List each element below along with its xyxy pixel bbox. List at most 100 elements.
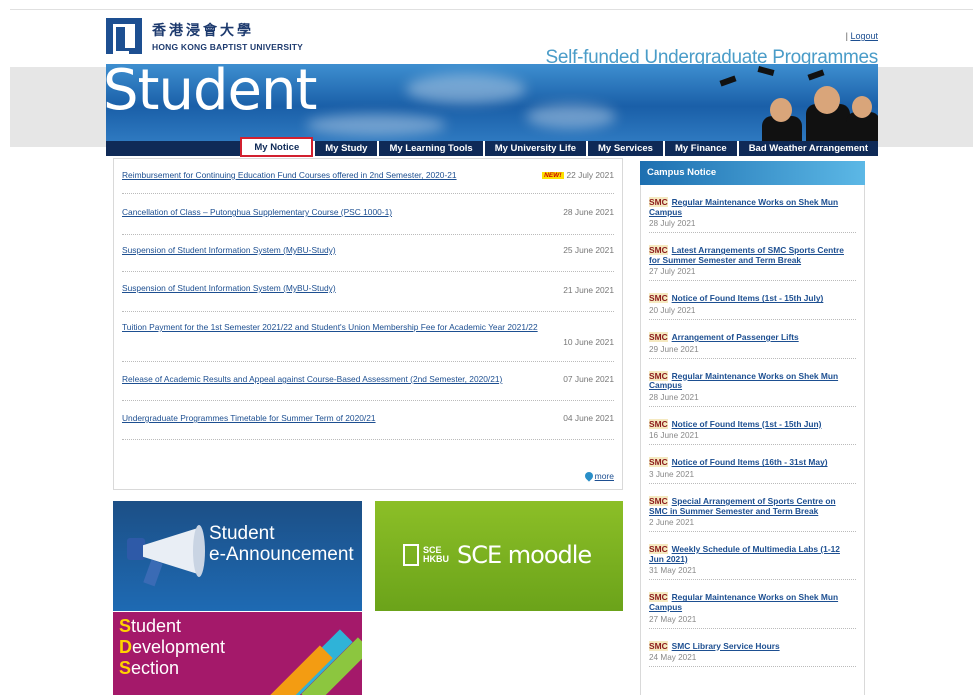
student-e-announcement-tile[interactable]: Student e-Announcement [113, 501, 362, 611]
notice-row: Cancellation of Class – Putonghua Supple… [122, 207, 614, 235]
mortarboard-icon [719, 75, 737, 87]
notice-row: Suspension of Student Information System… [122, 283, 614, 312]
campus-notice-date: 27 May 2021 [649, 614, 697, 624]
campus-notice-link[interactable]: Weekly Schedule of Multimedia Labs (1-12… [649, 544, 840, 564]
logo-chinese-name: 香港浸會大學 [152, 23, 254, 39]
notice-row: Release of Academic Results and Appeal a… [122, 374, 614, 401]
tab-my-notice[interactable]: My Notice [240, 137, 314, 157]
announcement-tile-label: Student e-Announcement [209, 523, 354, 565]
campus-notice-link[interactable]: Notice of Found Items (1st - 15th Jun) [672, 419, 822, 429]
campus-notice-item: SMC Regular Maintenance Works on Shek Mun… [649, 580, 856, 629]
campus-notice-link[interactable]: Latest Arrangements of SMC Sports Centre… [649, 245, 844, 265]
campus-notice-link[interactable]: Arrangement of Passenger Lifts [672, 332, 799, 342]
notice-date: 07 June 2021 [563, 374, 614, 384]
cloud [406, 74, 526, 104]
campus-notice-link[interactable]: Special Arrangement of Sports Centre on … [649, 496, 836, 516]
campus-notice-panel: Campus Notice SMC Regular Maintenance Wor… [640, 161, 865, 695]
logout-separator: | [845, 31, 848, 41]
campus-notice-link[interactable]: Regular Maintenance Works on Shek Mun Ca… [649, 371, 838, 391]
development-tile-label: Student Development Section [119, 616, 225, 679]
dev-initial: S [119, 616, 132, 636]
dev-initial: S [119, 658, 132, 678]
campus-notice-link[interactable]: Regular Maintenance Works on Shek Mun Ca… [649, 197, 838, 217]
notice-date: 21 June 2021 [563, 285, 614, 295]
campus-notice-item: SMC Notice of Found Items (1st - 15th Jul… [649, 281, 856, 320]
cloud [526, 104, 616, 129]
student-banner: Student [106, 64, 878, 141]
campus-notice-link[interactable]: Notice of Found Items (16th - 31st May) [672, 457, 828, 468]
campus-notice-link[interactable]: SMC Library Service Hours [672, 641, 780, 651]
smc-tag: SMC [649, 640, 668, 651]
sce-moodle-label: SCE moodle [457, 541, 592, 569]
campus-notice-date: 24 May 2021 [649, 653, 697, 663]
smc-tag: SMC [649, 418, 668, 429]
notice-date: 04 June 2021 [563, 413, 614, 423]
notice-link[interactable]: Suspension of Student Information System… [122, 245, 336, 255]
dev-word: evelopment [132, 637, 226, 657]
campus-notice-item: SMC SMC Library Service Hours 24 May 2021 [649, 629, 856, 668]
sce-logo-icon [403, 544, 419, 566]
smc-tag: SMC [649, 331, 668, 342]
logout-area: | Logout [846, 31, 878, 41]
campus-notice-list: SMC Regular Maintenance Works on Shek Mun… [640, 185, 865, 695]
notice-link[interactable]: Cancellation of Class – Putonghua Supple… [122, 207, 392, 217]
campus-notice-date: 27 July 2021 [649, 267, 696, 277]
campus-notice-item: SMC Latest Arrangements of SMC Sports Cen… [649, 233, 856, 282]
campus-notice-heading: Campus Notice [640, 161, 865, 185]
more-link[interactable]: more [582, 470, 614, 482]
tab-my-study[interactable]: My Study [313, 141, 377, 156]
campus-notice-item: SMC Regular Maintenance Works on Shek Mun… [649, 185, 856, 234]
notice-row: Reimbursement for Continuing Education F… [122, 170, 614, 194]
notice-link[interactable]: Undergraduate Programmes Timetable for S… [122, 413, 376, 423]
logo-english-name: HONG KONG BAPTIST UNIVERSITY [152, 42, 304, 52]
notice-link[interactable]: Tuition Payment for the 1st Semester 202… [122, 322, 538, 332]
university-logo[interactable]: 香港浸會大學 HONG KONG BAPTIST UNIVERSITY [106, 18, 303, 54]
sce-moodle-tile[interactable]: SCE HKBU SCE moodle [375, 501, 623, 611]
campus-notice-item: SMC Arrangement of Passenger Lifts 29 June… [649, 320, 856, 359]
megaphone-icon [121, 523, 205, 587]
notice-link[interactable]: Release of Academic Results and Appeal a… [122, 374, 502, 384]
campus-notice-date: 20 July 2021 [649, 305, 696, 315]
smc-tag: SMC [649, 457, 668, 468]
mortarboard-icon [807, 69, 825, 81]
notice-date: 25 June 2021 [563, 245, 614, 255]
tab-my-learning-tools[interactable]: My Learning Tools [377, 141, 482, 156]
campus-notice-date: 31 May 2021 [649, 566, 697, 576]
banner-title: Student [106, 64, 317, 123]
notice-link[interactable]: Suspension of Student Information System… [122, 283, 336, 293]
tab-my-services[interactable]: My Services [586, 141, 663, 156]
top-divider [10, 9, 973, 10]
notice-list: Reimbursement for Continuing Education F… [113, 158, 623, 490]
announcement-line-1: Student [209, 523, 275, 544]
smc-tag: SMC [649, 197, 668, 207]
tab-my-university-life[interactable]: My University Life [482, 141, 586, 156]
smc-tag: SMC [649, 245, 668, 256]
campus-notice-date: 2 June 2021 [649, 518, 695, 528]
smc-tag: SMC [649, 293, 668, 304]
graduate-face [770, 98, 792, 122]
tab-bad-weather-arrangement[interactable]: Bad Weather Arrangement [736, 141, 878, 156]
campus-notice-date: 16 June 2021 [649, 431, 699, 441]
notice-link[interactable]: Reimbursement for Continuing Education F… [122, 170, 457, 180]
location-pin-icon [582, 470, 595, 482]
dev-word: tudent [131, 616, 182, 636]
announcement-line-2: e-Announcement [209, 544, 354, 565]
notice-row: Suspension of Student Information System… [122, 245, 614, 272]
main-navigation-tabs: My Notice My Study My Learning Tools My … [106, 137, 878, 157]
dev-initial: D [119, 637, 132, 657]
notice-date: 28 June 2021 [563, 207, 614, 217]
smc-tag: SMC [649, 370, 668, 381]
new-badge: NEW! [542, 172, 564, 179]
tab-my-finance[interactable]: My Finance [662, 141, 737, 156]
campus-notice-link[interactable]: Regular Maintenance Works on Shek Mun Ca… [649, 592, 838, 612]
logout-link[interactable]: Logout [850, 31, 878, 41]
graduates-photo [698, 64, 878, 141]
cloud [306, 114, 446, 136]
student-development-section-tile[interactable]: Student Development Section [113, 612, 362, 695]
campus-notice-item: SMC Regular Maintenance Works on Shek Mun… [649, 359, 856, 407]
campus-notice-date: 28 June 2021 [649, 392, 699, 402]
campus-notice-date: 28 July 2021 [649, 219, 696, 229]
campus-notice-item: SMC Notice of Found Items (1st - 15th Jun… [649, 407, 856, 446]
campus-notice-link[interactable]: Notice of Found Items (1st - 15th July) [672, 293, 824, 304]
notice-date: 22 July 2021 [566, 170, 615, 180]
